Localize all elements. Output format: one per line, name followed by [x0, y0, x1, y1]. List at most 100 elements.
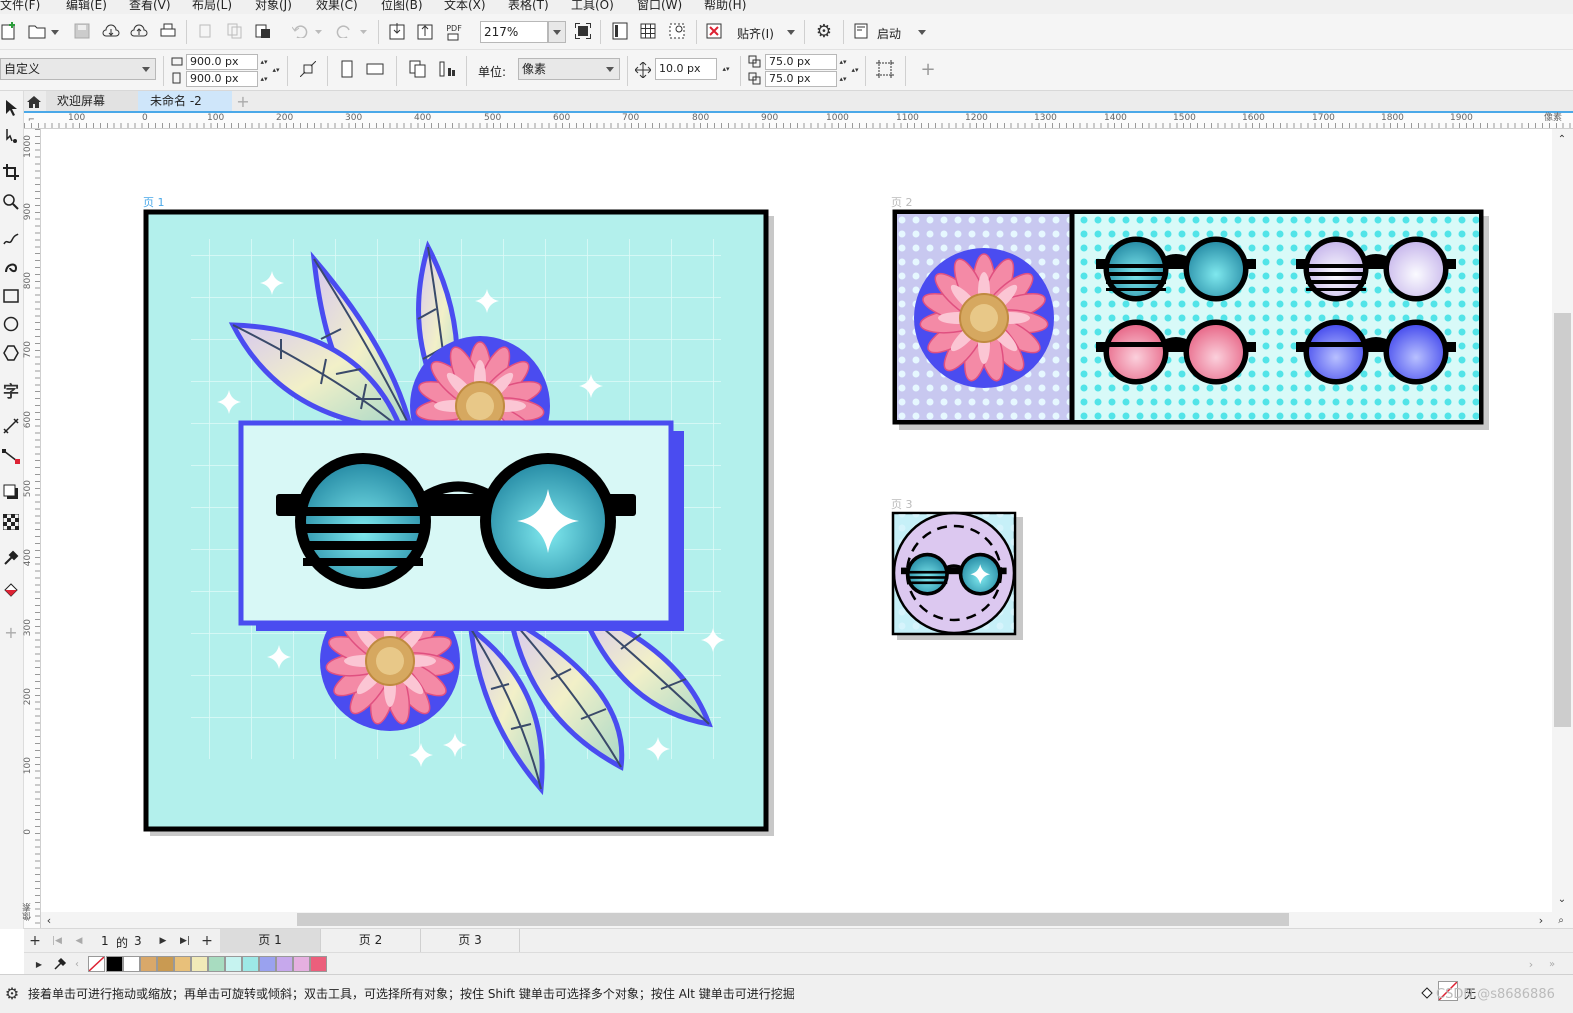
cut-icon[interactable] [195, 20, 215, 42]
undo-icon[interactable] [289, 20, 311, 42]
rectangle-tool-icon[interactable] [0, 285, 22, 307]
menu-tools[interactable]: 工具(O) [571, 0, 621, 14]
show-rulers-icon[interactable] [609, 20, 631, 42]
options-gear-icon[interactable]: ⚙ [813, 20, 835, 42]
export-icon[interactable] [414, 20, 436, 42]
pick-tool-icon[interactable] [0, 97, 22, 119]
save-icon[interactable] [72, 20, 92, 42]
color-swatch[interactable] [310, 956, 327, 972]
add-toolbar-item-icon[interactable]: + [918, 58, 938, 80]
color-swatch[interactable] [225, 956, 242, 972]
menu-text[interactable]: 文本(X) [444, 0, 494, 14]
menu-window[interactable]: 窗口(W) [637, 0, 687, 14]
units-select[interactable]: 像素 [518, 58, 620, 80]
zoom-tool-icon[interactable] [0, 191, 22, 213]
snap-to-label[interactable]: 贴齐(I) [737, 25, 774, 42]
page-size-preset-select[interactable]: 自定义 [0, 58, 156, 80]
last-page-icon[interactable]: ▶| [178, 933, 192, 949]
open-dropdown-icon[interactable] [50, 28, 60, 36]
text-tool-icon[interactable]: 字 [0, 379, 22, 401]
page-3-artboard[interactable] [891, 511, 1017, 636]
color-swatch[interactable] [123, 956, 140, 972]
connector-tool-icon[interactable] [0, 445, 22, 467]
color-swatch[interactable] [174, 956, 191, 972]
home-icon[interactable] [24, 93, 44, 111]
status-settings-gear-icon[interactable]: ⚙ [2, 983, 22, 1003]
redo-dropdown-icon[interactable] [358, 28, 368, 36]
ellipse-tool-icon[interactable] [0, 313, 22, 335]
duplicate-distance-y-input[interactable]: 75.0 px [765, 71, 837, 87]
palette-menu-icon[interactable]: ▶ [34, 957, 44, 971]
shape-tool-icon[interactable] [0, 125, 22, 147]
color-swatch[interactable] [157, 956, 174, 972]
scroll-left-icon[interactable]: ‹ [43, 913, 55, 927]
current-page-icon[interactable] [436, 58, 458, 80]
previous-page-icon[interactable]: ◀ [72, 933, 86, 949]
page-dimensions-icon[interactable] [297, 58, 319, 80]
page-1-artboard[interactable] [143, 209, 769, 832]
palette-scroll-left-icon[interactable]: ‹ [72, 957, 82, 971]
duplicate-y-spin-icon[interactable]: ▴▾ [837, 71, 849, 87]
page-2-artboard[interactable] [892, 209, 1484, 425]
lock-ratio-spin-icon[interactable]: ▴▾ [270, 62, 282, 78]
page-width-spin-icon[interactable]: ▴▾ [258, 54, 270, 70]
redo-icon[interactable] [333, 20, 355, 42]
first-page-icon[interactable]: |◀ [50, 933, 64, 949]
zoom-dropdown-icon[interactable] [548, 21, 566, 43]
vertical-scrollbar[interactable]: ⌃ ⌄ [1552, 129, 1573, 912]
full-screen-icon[interactable] [572, 20, 594, 42]
import-icon[interactable] [386, 20, 408, 42]
undo-dropdown-icon[interactable] [313, 28, 323, 36]
horizontal-scroll-thumb[interactable] [297, 913, 1289, 926]
color-swatch[interactable] [242, 956, 259, 972]
color-swatch[interactable] [191, 956, 208, 972]
new-document-icon[interactable] [0, 20, 18, 42]
color-swatch[interactable] [276, 956, 293, 972]
next-page-icon[interactable]: ▶ [156, 933, 170, 949]
menu-help[interactable]: 帮助(H) [704, 0, 754, 14]
snap-dropdown-icon[interactable] [785, 28, 797, 36]
treat-as-filled-icon[interactable] [874, 58, 896, 80]
eyedropper-icon[interactable] [52, 956, 68, 972]
tab-untitled-2[interactable]: 未命名 -2 [138, 91, 232, 111]
page-height-spin-icon[interactable]: ▴▾ [258, 71, 270, 87]
scroll-right-icon[interactable]: › [1535, 913, 1547, 927]
menu-bitmaps[interactable]: 位图(B) [381, 0, 431, 14]
customize-toolbox-plus-icon[interactable]: + [0, 621, 22, 643]
menu-object[interactable]: 对象(J) [255, 0, 305, 14]
add-page-before-icon[interactable]: + [28, 933, 42, 949]
palette-expand-icon[interactable]: » [1546, 957, 1558, 971]
freehand-tool-icon[interactable] [0, 227, 22, 249]
menu-effects[interactable]: 效果(C) [316, 0, 366, 14]
launch-label[interactable]: 启动 [877, 25, 901, 42]
no-color-swatch[interactable] [88, 956, 105, 972]
color-swatch[interactable] [106, 956, 123, 972]
artistic-media-tool-icon[interactable] [0, 255, 22, 277]
show-grid-icon[interactable] [637, 20, 659, 42]
horizontal-ruler[interactable]: ⌐ 100 0 100 200 300 400 500 600 700 800 … [24, 113, 1573, 129]
crop-tool-icon[interactable] [0, 161, 22, 183]
duplicate-distance-x-input[interactable]: 75.0 px [765, 54, 837, 70]
zoom-navigator-icon[interactable]: ⌕ [1553, 913, 1569, 927]
publish-pdf-icon[interactable]: PDF [441, 22, 467, 44]
horizontal-scrollbar[interactable]: ‹ › ⌕ [41, 912, 1573, 928]
nudge-distance-input[interactable]: 10.0 px [655, 58, 717, 80]
landscape-icon[interactable] [364, 58, 386, 80]
polygon-tool-icon[interactable] [0, 342, 22, 364]
cloud-import-icon[interactable] [100, 20, 122, 42]
page-tab-2[interactable]: 页 2 [320, 929, 420, 952]
menu-table[interactable]: 表格(T) [508, 0, 558, 14]
menu-view[interactable]: 查看(V) [129, 0, 179, 14]
color-swatch[interactable] [208, 956, 225, 972]
transparency-tool-icon[interactable] [0, 511, 22, 533]
nudge-spin-icon[interactable]: ▴▾ [719, 58, 733, 80]
scroll-up-icon[interactable]: ⌃ [1554, 133, 1570, 145]
color-swatch[interactable] [259, 956, 276, 972]
launch-icon[interactable] [851, 20, 871, 42]
eyedropper-tool-icon[interactable] [0, 547, 22, 569]
portrait-icon[interactable] [336, 58, 358, 80]
page-width-input[interactable]: 900.0 px [186, 54, 258, 70]
show-guidelines-icon[interactable] [666, 20, 688, 42]
scroll-down-icon[interactable]: ⌄ [1554, 893, 1570, 905]
paste-icon[interactable] [253, 20, 273, 42]
